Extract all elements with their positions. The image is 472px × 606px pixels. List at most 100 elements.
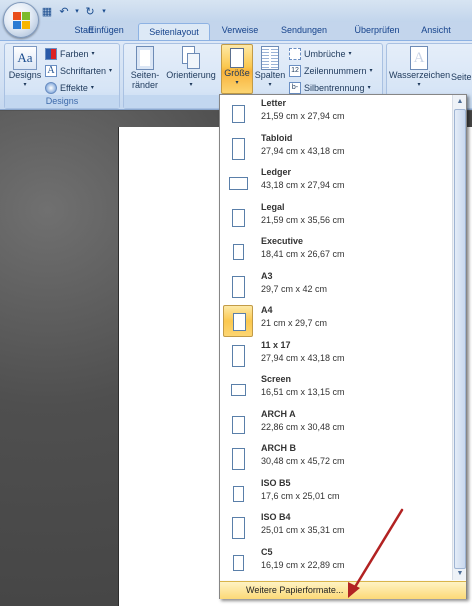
schriftarten-button[interactable]: A Schriftarten ▾ bbox=[45, 63, 112, 79]
page-icon bbox=[231, 448, 245, 470]
paper-size-dimensions: 43,18 cm x 27,94 cm bbox=[261, 180, 345, 190]
paper-size-name: ISO B5 bbox=[261, 477, 291, 488]
more-paper-formats-button[interactable]: Weitere Papierformate... bbox=[220, 581, 466, 599]
chevron-down-icon: ▾ bbox=[109, 68, 113, 74]
groesse-button[interactable]: Größe ▾ bbox=[221, 44, 253, 94]
paper-size-item[interactable]: A3 29,7 cm x 42 cm bbox=[221, 270, 452, 304]
designs-group-label: Designs bbox=[5, 95, 119, 108]
hyphenation-icon: b- bbox=[289, 82, 301, 94]
designs-button[interactable]: Aa Designs ▾ bbox=[8, 46, 42, 90]
paper-size-dimensions: 27,94 cm x 43,18 cm bbox=[261, 352, 345, 363]
paper-size-item[interactable]: A4 21 cm x 29,7 cm bbox=[221, 304, 452, 338]
tab-einfuegen[interactable]: Einfügen bbox=[84, 22, 128, 40]
paper-size-name: C5 bbox=[261, 546, 273, 557]
paper-size-item[interactable]: Letter 21,59 cm x 27,94 cm bbox=[221, 97, 452, 131]
tab-ansicht[interactable]: Ansicht bbox=[414, 22, 458, 40]
page-icon bbox=[232, 244, 244, 260]
paper-size-dimensions: 22,86 cm x 30,48 cm bbox=[261, 421, 345, 432]
paper-size-name: Executive bbox=[261, 236, 304, 246]
effects-icon bbox=[45, 82, 57, 94]
zeilennummern-label: Zeilennummern bbox=[304, 66, 367, 76]
paper-size-preview bbox=[223, 512, 253, 544]
paper-size-item[interactable]: Ledger 43,18 cm x 27,94 cm bbox=[221, 166, 452, 200]
paper-size-name: Letter bbox=[261, 98, 287, 108]
paper-size-preview bbox=[223, 374, 253, 406]
tab-sendungen[interactable]: Sendungen bbox=[274, 22, 334, 40]
colors-icon bbox=[45, 48, 57, 60]
scrollbar[interactable]: ▲ ▼ bbox=[452, 95, 466, 580]
spalten-button[interactable]: Spalten ▾ bbox=[252, 46, 288, 90]
paper-size-item[interactable]: 11 x 17 27,94 cm x 43,18 cm bbox=[221, 339, 452, 373]
designs-label: Designs bbox=[8, 70, 42, 80]
paper-size-preview bbox=[223, 340, 253, 372]
farben-button[interactable]: Farben ▾ bbox=[45, 46, 95, 62]
redo-icon[interactable]: ↻ bbox=[83, 4, 97, 18]
paper-size-gallery: Letter 21,59 cm x 27,94 cm Tabloid 27,94 cm… bbox=[220, 95, 452, 580]
page-icon bbox=[231, 275, 245, 298]
scroll-thumb[interactable] bbox=[454, 109, 466, 569]
fonts-icon: A bbox=[45, 65, 57, 77]
tab-seitenlayout[interactable]: Seitenlayout bbox=[138, 23, 210, 40]
farben-label: Farben bbox=[60, 49, 89, 59]
paper-size-dimensions: 30,48 cm x 45,72 cm bbox=[261, 456, 345, 466]
paper-size-dropdown: Letter 21,59 cm x 27,94 cm Tabloid 27,94 cm… bbox=[219, 94, 467, 599]
line-numbers-icon: 12 bbox=[289, 65, 301, 77]
spalten-label: Spalten bbox=[254, 70, 286, 80]
effekte-button[interactable]: Effekte ▾ bbox=[45, 80, 94, 96]
ribbon-tab-bar: Start Einfügen Seitenlayout Verweise Sen… bbox=[0, 22, 472, 40]
seite-button[interactable]: Seite bbox=[451, 72, 472, 82]
page-icon bbox=[232, 554, 244, 571]
designs-group: Aa Designs ▾ Farben ▾ A Schriftarten ▾ E… bbox=[4, 43, 120, 109]
paper-size-preview bbox=[223, 167, 253, 199]
paper-size-item[interactable]: Screen 16,51 cm x 13,15 cm bbox=[221, 373, 452, 407]
page-icon bbox=[231, 208, 245, 227]
paper-size-preview bbox=[223, 443, 253, 475]
tab-ueberpruefen[interactable]: Überprüfen bbox=[344, 22, 410, 40]
page-icon bbox=[228, 176, 248, 190]
paper-size-item[interactable]: Executive 18,41 cm x 26,67 cm bbox=[221, 235, 452, 269]
paper-size-dimensions: 25,01 cm x 35,31 cm bbox=[261, 525, 345, 535]
umbrueche-button[interactable]: Umbrüche ▾ bbox=[289, 46, 352, 62]
page-icon bbox=[232, 485, 244, 502]
chevron-down-icon: ▾ bbox=[23, 82, 27, 88]
scroll-up-icon[interactable]: ▲ bbox=[453, 95, 467, 109]
paper-size-dimensions: 17,6 cm x 25,01 cm bbox=[261, 490, 340, 501]
title-bar: ▦ ↶ ▾ ↻ ▾ bbox=[0, 0, 472, 22]
chevron-down-icon: ▾ bbox=[369, 68, 373, 74]
paper-size-preview bbox=[223, 478, 253, 510]
paper-size-dimensions: 21,59 cm x 27,94 cm bbox=[261, 111, 345, 121]
zeilennummern-button[interactable]: 12 Zeilennummern ▾ bbox=[289, 63, 373, 79]
page-icon bbox=[230, 384, 246, 396]
paper-size-item[interactable]: ISO B5 17,6 cm x 25,01 cm bbox=[221, 477, 452, 511]
designs-icon: Aa bbox=[13, 46, 37, 70]
undo-icon[interactable]: ↶ bbox=[57, 4, 71, 18]
paper-size-dimensions: 27,94 cm x 43,18 cm bbox=[261, 145, 345, 156]
paper-size-item[interactable]: ISO B4 25,01 cm x 35,31 cm bbox=[221, 511, 452, 545]
office-button[interactable] bbox=[3, 2, 39, 38]
watermark-icon: A bbox=[410, 46, 428, 70]
seitenraender-label-2: ränder bbox=[131, 80, 158, 90]
paper-size-name: ARCH A bbox=[261, 408, 296, 419]
paper-size-item[interactable]: ARCH B 30,48 cm x 45,72 cm bbox=[221, 442, 452, 476]
seitenraender-button[interactable]: Seiten- ränder bbox=[127, 46, 163, 90]
scroll-down-icon[interactable]: ▼ bbox=[453, 568, 467, 580]
paper-size-preview bbox=[223, 409, 253, 441]
office-logo-icon bbox=[13, 12, 30, 29]
tab-verweise[interactable]: Verweise bbox=[214, 22, 266, 40]
paper-size-name: A3 bbox=[261, 270, 273, 281]
save-icon[interactable]: ▦ bbox=[40, 4, 54, 18]
paper-size-item[interactable]: Tabloid 27,94 cm x 43,18 cm bbox=[221, 132, 452, 166]
customize-toolbar-icon[interactable]: ▾ bbox=[100, 4, 108, 18]
page-icon bbox=[231, 344, 245, 367]
paper-size-dimensions: 21 cm x 29,7 cm bbox=[261, 318, 328, 328]
chevron-down-icon: ▾ bbox=[189, 82, 193, 88]
paper-size-item[interactable]: Legal 21,59 cm x 35,56 cm bbox=[221, 201, 452, 235]
undo-dropdown-icon[interactable]: ▾ bbox=[74, 4, 80, 18]
breaks-icon bbox=[289, 48, 301, 60]
paper-size-item[interactable]: ARCH A 22,86 cm x 30,48 cm bbox=[221, 408, 452, 442]
paper-size-item[interactable]: C5 16,19 cm x 22,89 cm bbox=[221, 546, 452, 580]
paper-size-dimensions: 18,41 cm x 26,67 cm bbox=[261, 249, 345, 259]
paper-size-preview bbox=[223, 271, 253, 303]
wasserzeichen-button[interactable]: A Wasserzeichen ▾ bbox=[389, 46, 450, 90]
orientierung-button[interactable]: Orientierung ▾ bbox=[164, 46, 218, 90]
